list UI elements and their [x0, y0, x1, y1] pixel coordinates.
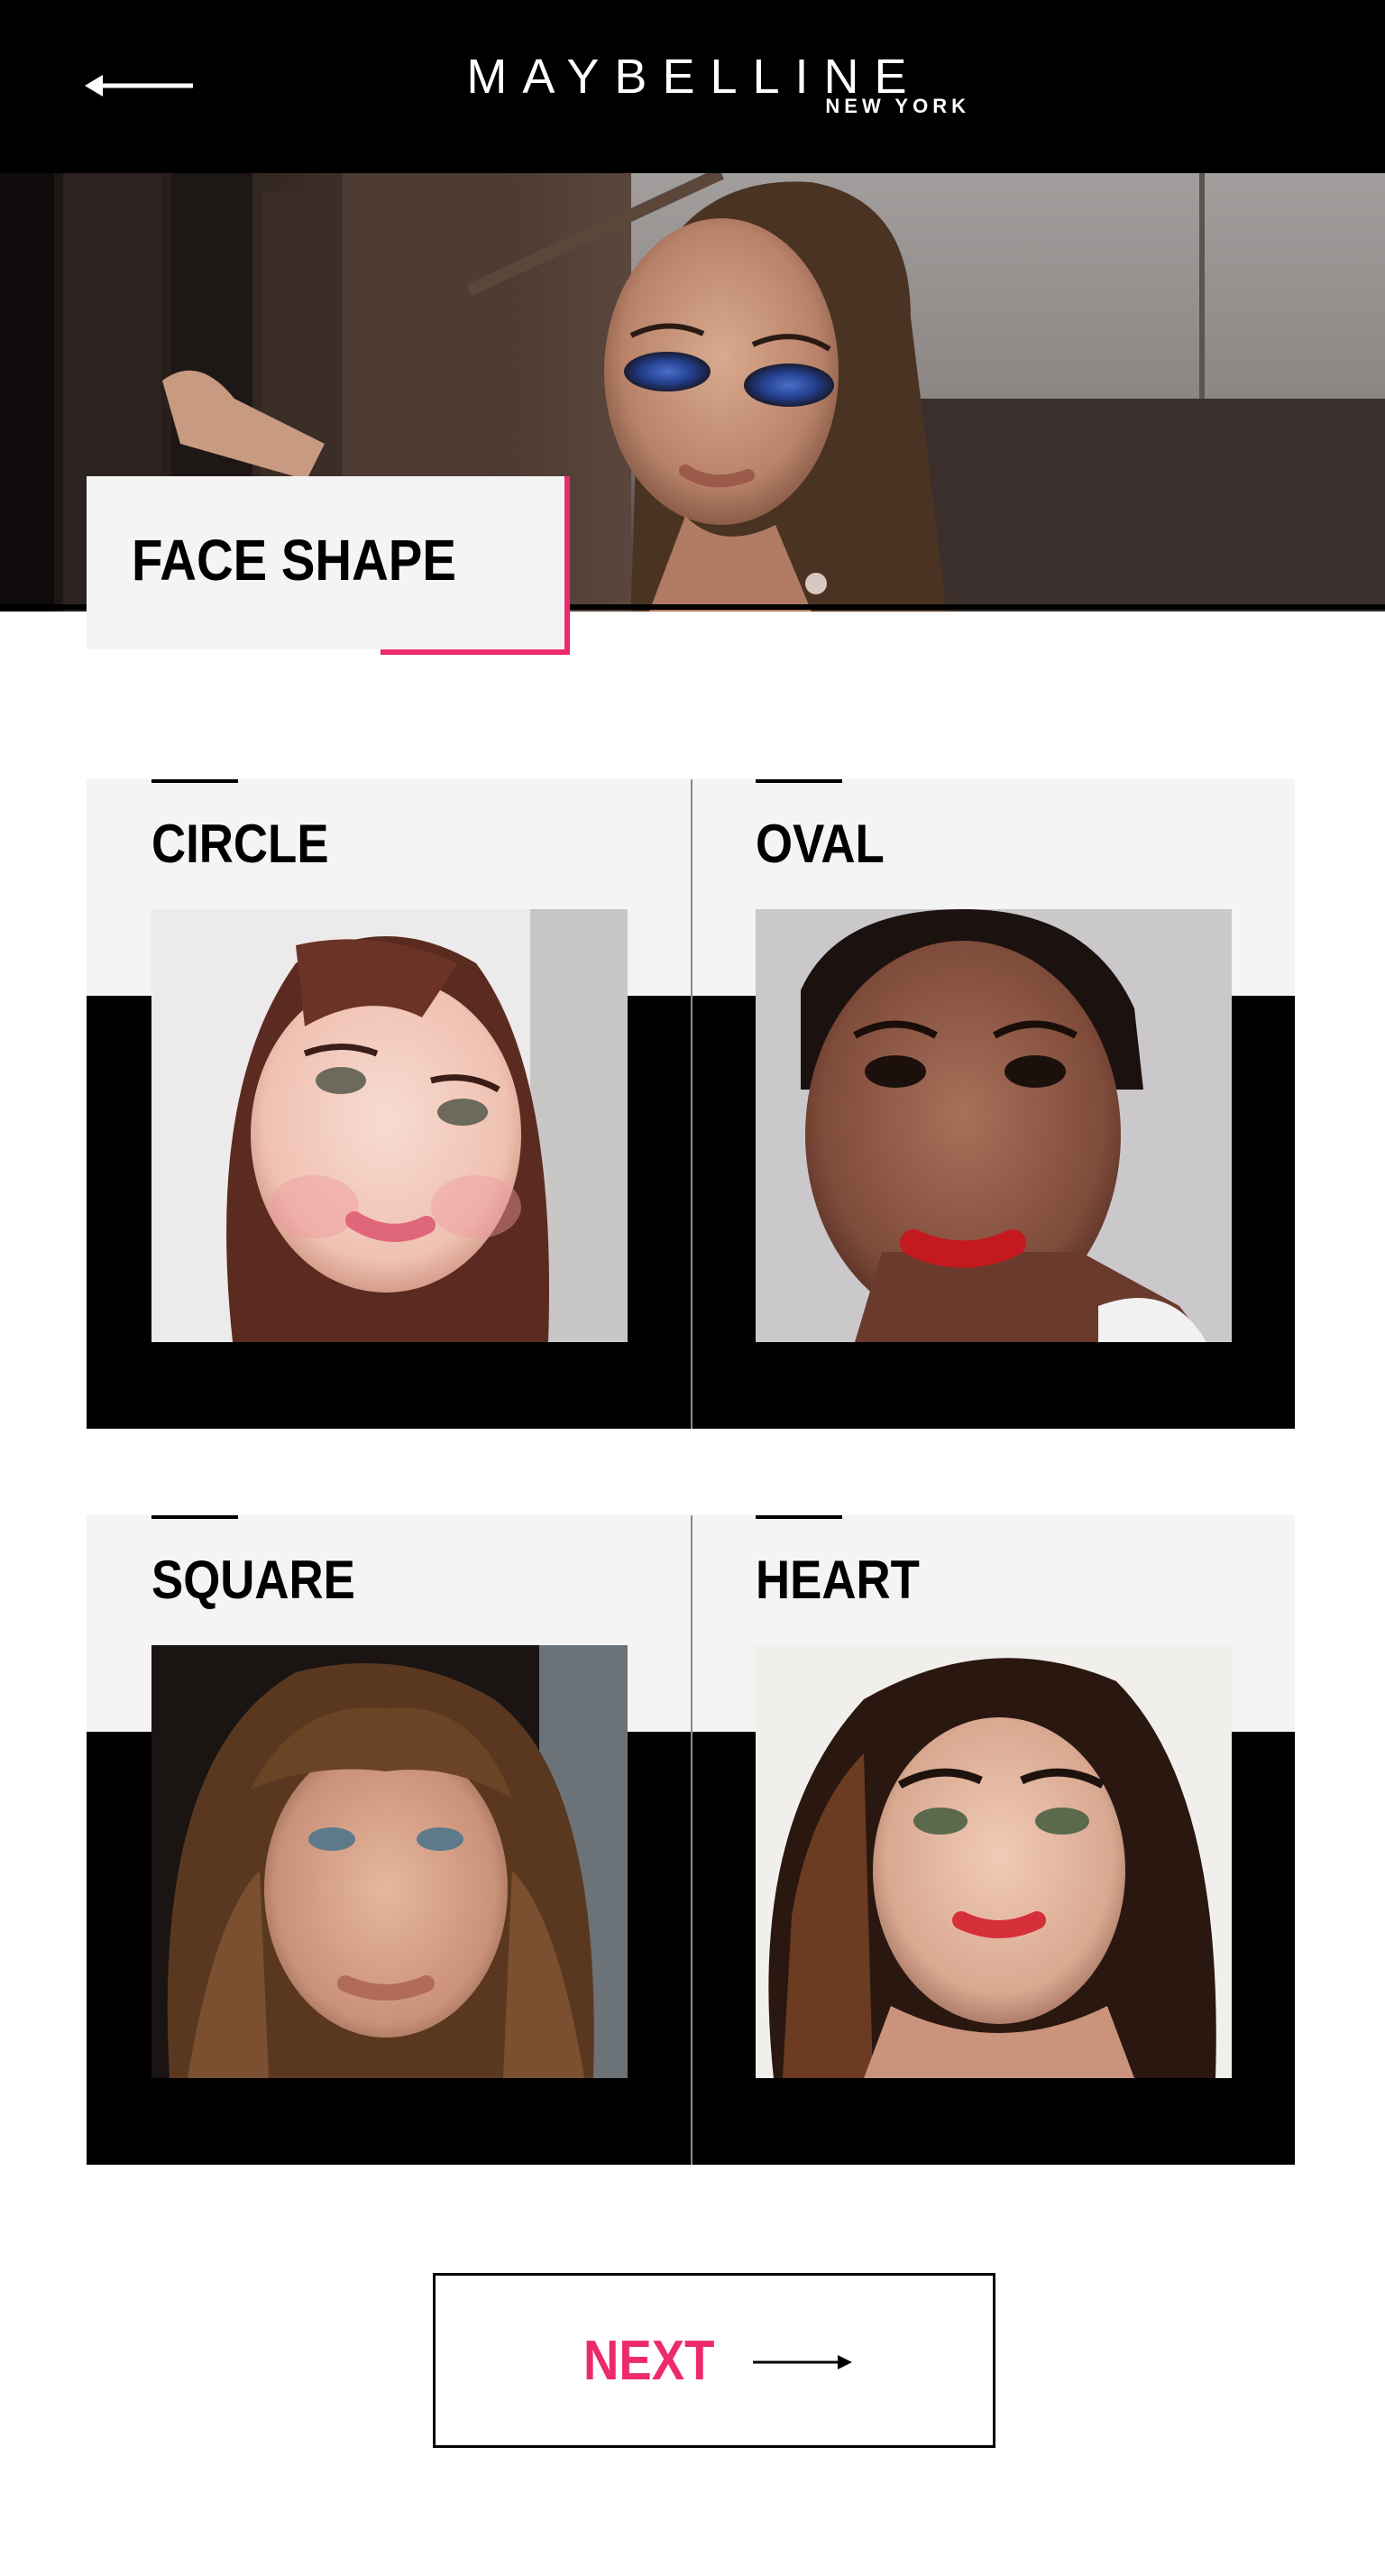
column-divider	[691, 1515, 692, 2165]
next-button-label: NEXT	[583, 2330, 715, 2392]
card-dash	[151, 779, 238, 783]
arrow-right-icon	[753, 2355, 852, 2369]
column-divider	[691, 779, 692, 1429]
face-shape-photo	[756, 909, 1232, 1342]
card-dash	[151, 1515, 238, 1519]
face-shape-label: SQUARE	[151, 1550, 355, 1610]
card-dash	[756, 1515, 842, 1519]
brand-subtitle: NEW YORK	[825, 95, 970, 117]
back-button[interactable]	[81, 63, 198, 108]
face-shape-photo	[151, 909, 628, 1342]
face-shape-option-square[interactable]: SQUARE	[87, 1515, 691, 2165]
next-button[interactable]: NEXT	[433, 2273, 995, 2448]
face-shape-label: CIRCLE	[151, 814, 329, 874]
face-shape-label: OVAL	[756, 814, 885, 874]
page-title: FACE SHAPE	[132, 528, 456, 593]
face-shape-photo	[756, 1645, 1232, 2078]
top-bar: MAYBELLINE NEW YORK	[0, 0, 1385, 173]
face-shape-photo	[151, 1645, 628, 2078]
face-shape-option-heart[interactable]: HEART	[691, 1515, 1295, 2165]
title-accent-horizontal	[381, 649, 570, 655]
face-shape-option-circle[interactable]: CIRCLE	[87, 779, 691, 1429]
brand-logo: MAYBELLINE NEW YORK	[415, 51, 974, 132]
title-accent-vertical	[564, 476, 570, 655]
face-shape-screen: MAYBELLINE NEW YORK FACE SHAPE CIRCLE OV…	[0, 0, 1385, 2576]
card-dash	[756, 779, 842, 783]
face-shape-label: HEART	[756, 1550, 920, 1610]
arrow-left-icon	[85, 75, 193, 97]
face-shape-option-oval[interactable]: OVAL	[691, 779, 1295, 1429]
